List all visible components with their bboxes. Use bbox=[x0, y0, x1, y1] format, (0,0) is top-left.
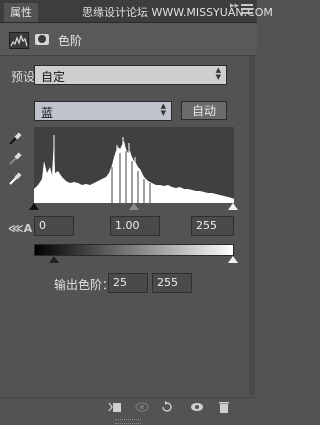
mask-icon[interactable] bbox=[35, 34, 49, 45]
output-gradient-bar bbox=[34, 244, 234, 256]
output-white-field[interactable]: 255 bbox=[152, 273, 192, 293]
output-white-handle[interactable] bbox=[228, 256, 238, 263]
white-eyedropper-icon[interactable] bbox=[9, 171, 23, 185]
channel-value: 蓝 bbox=[41, 106, 54, 120]
input-white-point-handle[interactable] bbox=[228, 203, 238, 210]
auto-button[interactable]: 自动 bbox=[181, 101, 227, 120]
histogram bbox=[34, 127, 234, 203]
black-eyedropper-icon[interactable] bbox=[9, 131, 23, 145]
levels-icon[interactable] bbox=[9, 32, 29, 49]
output-black-handle[interactable] bbox=[49, 256, 59, 263]
updown-arrow-icon: ▲ ▼ bbox=[215, 66, 221, 81]
adjustment-title: 色阶 bbox=[58, 34, 83, 48]
panel-footer bbox=[0, 397, 257, 417]
gray-eyedropper-icon[interactable] bbox=[9, 151, 23, 165]
reset-icon[interactable] bbox=[160, 401, 174, 413]
updown-arrow-icon: ▲ ▼ bbox=[160, 102, 166, 117]
view-previous-state-icon[interactable] bbox=[135, 401, 149, 413]
histogram-graph bbox=[34, 135, 234, 203]
input-gamma-handle[interactable] bbox=[129, 203, 139, 210]
preset-dropdown[interactable]: 自定 ▲ ▼ bbox=[34, 65, 227, 85]
panel-menu-icon[interactable] bbox=[241, 4, 253, 14]
clipping-warning-icon[interactable]: ⋘A bbox=[8, 222, 32, 235]
preset-value: 自定 bbox=[41, 70, 66, 84]
input-levels-slider[interactable] bbox=[29, 203, 238, 211]
output-levels-label: 输出色阶： bbox=[54, 278, 115, 292]
collapse-icon[interactable]: ▸▸ bbox=[230, 1, 239, 11]
input-gamma-field[interactable]: 1.00 bbox=[110, 216, 160, 236]
input-black-point-handle[interactable] bbox=[29, 203, 39, 210]
delete-icon[interactable] bbox=[217, 401, 231, 413]
tab-properties[interactable]: 属性 bbox=[4, 3, 38, 22]
output-levels-slider[interactable] bbox=[34, 256, 238, 264]
output-black-field[interactable]: 25 bbox=[108, 273, 148, 293]
clip-to-layer-icon[interactable] bbox=[108, 401, 122, 413]
panel-scrollbar[interactable] bbox=[249, 56, 255, 396]
input-black-field[interactable]: 0 bbox=[34, 216, 74, 236]
panel-tab-bar: 属性 思缘设计论坛 WWW.MISSYUAN.COM ▸▸ bbox=[0, 0, 273, 23]
adjustment-header: 色阶 bbox=[0, 23, 257, 56]
levels-properties-panel: 属性 思缘设计论坛 WWW.MISSYUAN.COM ▸▸ 色阶 预设： 自定 … bbox=[0, 0, 273, 425]
channel-dropdown[interactable]: 蓝 ▲ ▼ bbox=[34, 101, 172, 121]
resize-grip[interactable] bbox=[115, 419, 141, 424]
input-white-field[interactable]: 255 bbox=[191, 216, 234, 236]
visibility-icon[interactable] bbox=[190, 401, 204, 413]
